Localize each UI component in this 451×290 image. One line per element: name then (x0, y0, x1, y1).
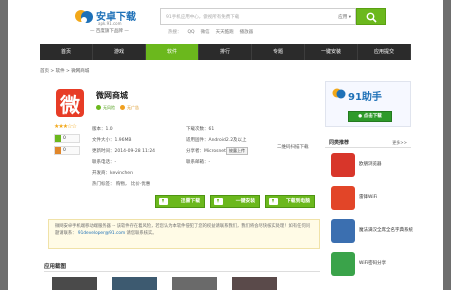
screenshot-thumbnail[interactable] (112, 277, 157, 290)
app-title: 微网商城 (96, 91, 128, 100)
search-icon (366, 12, 377, 23)
report-button[interactable]: 披露上传 (226, 147, 248, 155)
screenshot-thumbnail[interactable] (172, 277, 217, 290)
assistant-logo-icon (332, 88, 346, 99)
leifeng-wifi-icon (331, 186, 355, 210)
related-app-name: 欧朋浏览器 (359, 162, 382, 167)
breadcrumb[interactable]: 首页 > 软件 > 微网商城 (40, 68, 89, 74)
hot-word-link[interactable]: QQ (188, 30, 195, 35)
related-app-item[interactable]: WiFi密码分享 (329, 252, 409, 282)
download-to-pc-label: 下载到电脑 (286, 199, 310, 204)
screenshots-title: 应用截图 (44, 264, 67, 270)
app-updated: 更新时间：2014-09-28 11:24 (92, 149, 156, 154)
related-app-item[interactable]: 雷锋WiFi (329, 186, 409, 216)
contact-email-link[interactable]: 91developer@91.com (78, 231, 125, 236)
app-detail: 微 微网商城 无风险 无广告 ★★★☆☆ 0 0 版本：1.0 文件大小：1.9… (40, 81, 320, 290)
logo-url: apk.91.com (98, 21, 122, 26)
search-input[interactable]: 91手机应用中心，傲视所有免费下载 应用 ▾ (160, 8, 356, 25)
vote-down-count: 0 (63, 148, 66, 153)
app-email: 联系邮箱：- (186, 160, 211, 165)
hot-word-link[interactable]: 播放器 (240, 30, 254, 35)
download-icon (214, 198, 223, 205)
rating-stars: ★★★☆☆ (54, 123, 77, 130)
risk-notice-suffix: 请您联系核实。 (126, 230, 157, 236)
opera-icon (331, 153, 355, 177)
related-app-item[interactable]: 欧朋浏览器 (329, 153, 409, 183)
one-click-install-label: 一键安装 (235, 199, 255, 204)
sidebar: 91助手 ● 点击下载 同类推荐 更多>> 欧朋浏览器 雷锋WiFi 魔法满汉全… (325, 81, 413, 290)
related-title: 同类推荐 (329, 140, 350, 146)
risk-notice: 微网安卓手机端移动端服务器 -- 该软件存在着风险，若您认为本软件侵犯了您的权益… (48, 219, 320, 249)
nav-submit-app[interactable]: 应用提交 (358, 44, 411, 60)
assistant-download-button[interactable]: ● 点击下载 (348, 111, 392, 122)
related-app-name: 魔法满汉全席全名字典系统 (359, 228, 413, 233)
related-app-item[interactable]: 魔法满汉全席全名字典系统 (329, 219, 413, 249)
more-link[interactable]: 更多>> (392, 140, 407, 146)
header: 安卓下载 apk.91.com — 百度旗下品牌 — 91手机应用中心，傲视所有… (8, 0, 443, 42)
nav-one-click-install[interactable]: 一键安装 (305, 44, 358, 60)
screenshot-thumbnail[interactable] (232, 277, 277, 290)
search-placeholder: 91手机应用中心，傲视所有免费下载 (166, 15, 240, 20)
assistant-title: 91助手 (348, 92, 382, 103)
logo-slogan: — 百度旗下品牌 — (90, 29, 129, 34)
search-type-select[interactable]: 应用 ▾ (338, 14, 351, 20)
nav-topics[interactable]: 专题 (252, 44, 305, 60)
nav-software[interactable]: 软件 (146, 44, 199, 60)
logo-icon (75, 10, 93, 23)
vote-down-button[interactable]: 0 (54, 146, 80, 155)
dictionary-app-icon (331, 219, 355, 243)
nav-ranking[interactable]: 排行 (199, 44, 252, 60)
related-app-name: 雷锋WiFi (359, 195, 378, 200)
divider (325, 147, 411, 148)
hot-word-link[interactable]: 天天酷跑 (216, 30, 234, 35)
hot-words-label: 热搜： (168, 30, 182, 35)
hot-words: 热搜： QQ 微信 天天酷跑 播放器 (168, 29, 259, 35)
thunder-download-label: 迅雷下载 (180, 199, 200, 204)
app-requirements: 适用固件：Android2.2及以上 (186, 138, 247, 143)
divider (44, 271, 320, 272)
thumbs-down-icon (55, 147, 61, 154)
nav-home[interactable]: 首页 (40, 44, 93, 60)
app-version: 版本：1.0 (92, 127, 113, 132)
download-icon (269, 198, 278, 205)
main-nav: 首页 游戏 软件 排行 专题 一键安装 应用提交 (40, 44, 411, 60)
app-size: 文件大小：1.96MB (92, 138, 132, 143)
nav-games[interactable]: 游戏 (93, 44, 146, 60)
no-risk-badge: 无风险 (96, 105, 115, 111)
site-logo[interactable]: 安卓下载 apk.91.com — 百度旗下品牌 — (74, 6, 154, 34)
wifi-share-icon (331, 252, 355, 276)
thumbs-up-icon (55, 135, 61, 142)
app-downloads: 下载次数：61 (186, 127, 215, 132)
page: 安卓下载 apk.91.com — 百度旗下品牌 — 91手机应用中心，傲视所有… (8, 0, 443, 290)
screenshot-thumbnail[interactable] (52, 277, 97, 290)
hot-tags[interactable]: 热门标签： 购物， 比价·优惠 (92, 181, 150, 187)
assistant-promo[interactable]: 91助手 ● 点击下载 (325, 81, 411, 127)
thunder-download-button[interactable]: 迅雷下载 (155, 195, 205, 208)
download-icon (159, 198, 168, 205)
vote-up-button[interactable]: 0 (54, 134, 80, 143)
app-contact: 联系电话：- (92, 160, 117, 165)
app-icon: 微 (56, 89, 84, 117)
vote-up-count: 0 (63, 136, 66, 141)
app-developer: 开发商：kevinchen (92, 171, 133, 176)
related-app-name: WiFi密码分享 (359, 261, 387, 266)
one-click-install-button[interactable]: 一键安装 (210, 195, 260, 208)
download-to-pc-button[interactable]: 下载到电脑 (265, 195, 315, 208)
no-ads-badge: 无广告 (120, 105, 139, 111)
hot-word-link[interactable]: 微信 (201, 30, 210, 35)
search-button[interactable] (356, 8, 386, 25)
qr-label: 二维码扫描下载 (277, 145, 309, 150)
app-publisher: 分享者：Microsnet (186, 149, 226, 154)
